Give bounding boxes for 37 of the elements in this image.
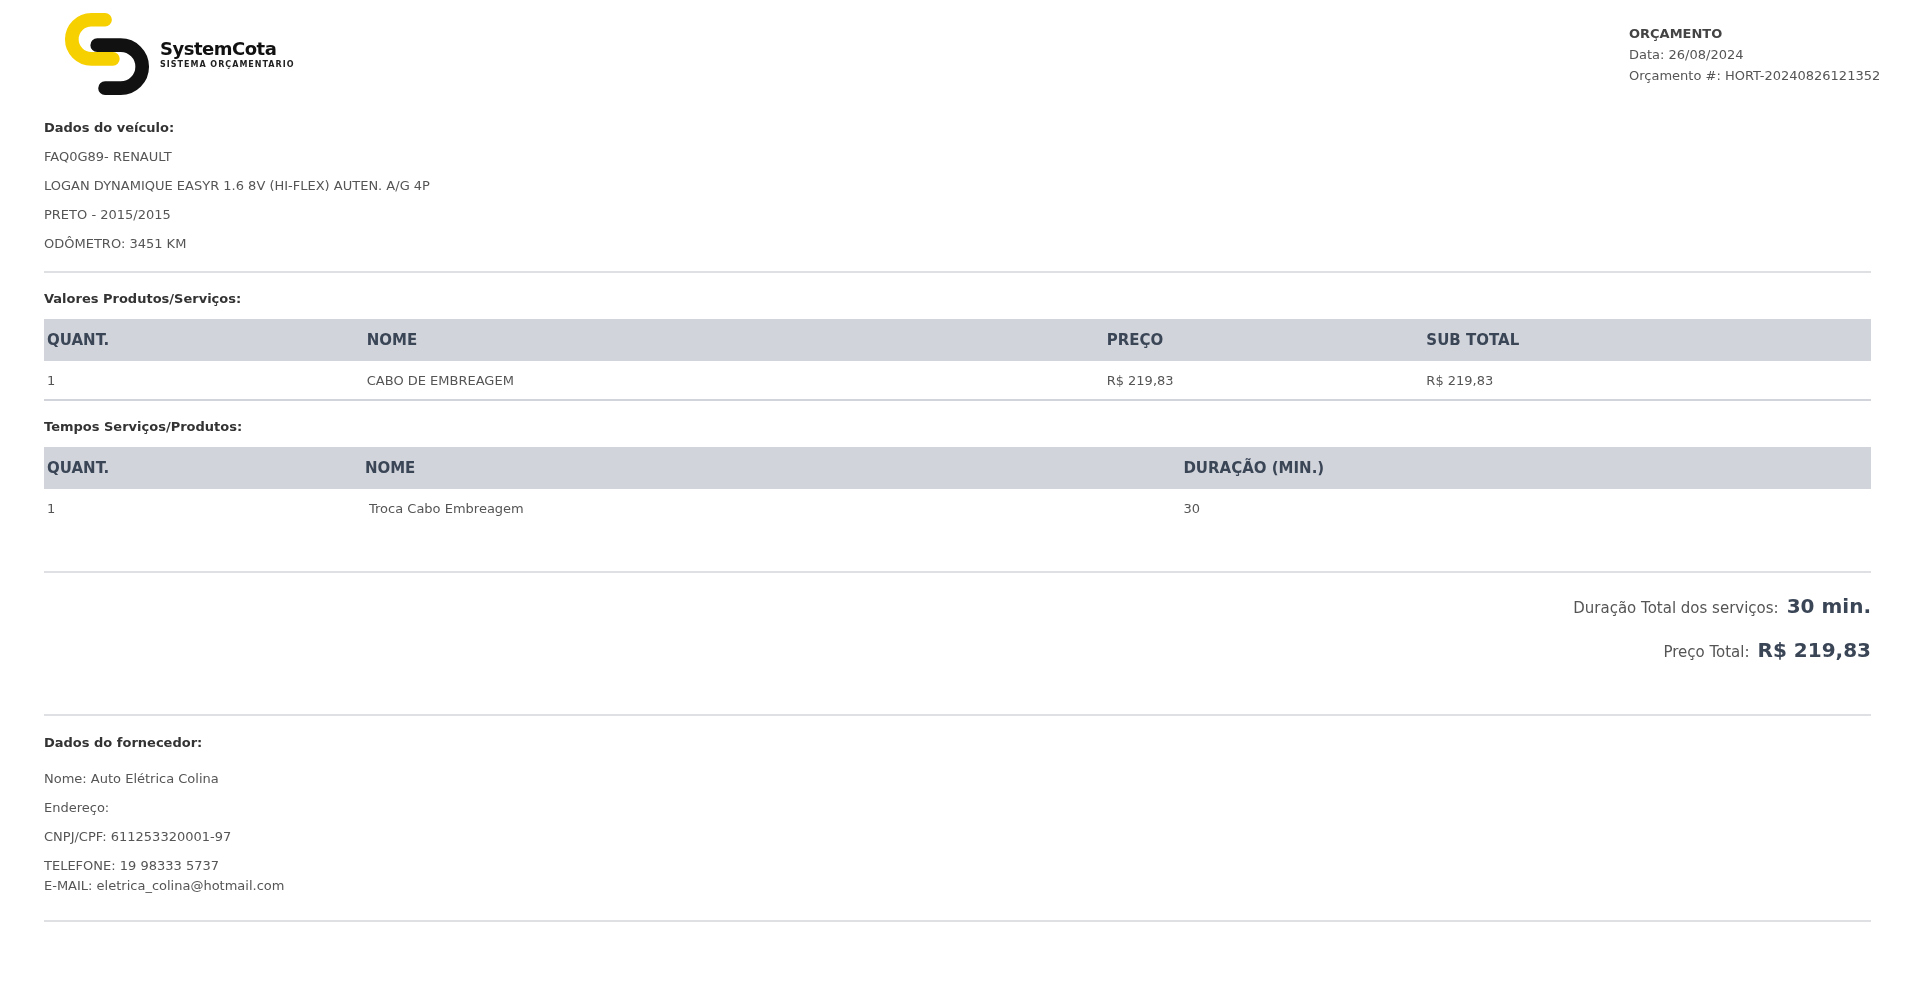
total-label: Preço Total: xyxy=(1663,643,1750,661)
table-cell: 1 xyxy=(44,361,364,400)
column-header: NOME xyxy=(363,319,1104,361)
table-cell: Troca Cabo Embreagem xyxy=(361,489,1181,527)
supplier-info: CNPJ/CPF: 611253320001-97 xyxy=(44,828,233,846)
column-header: PREÇO xyxy=(1103,319,1424,361)
brand-tagline: SISTEMA ORÇAMENTARIO xyxy=(160,59,295,69)
section-title: Tempos Serviços/Produtos: xyxy=(44,418,244,436)
column-header: QUANT. xyxy=(44,447,362,489)
vehicle-info: ODÔMETRO: 3451 KM xyxy=(44,235,188,253)
table-cell: 30 xyxy=(1180,489,1871,527)
supplier-info: Endereço: xyxy=(44,799,111,817)
total-value: R$ 219,83 xyxy=(1757,638,1871,662)
column-header: DURAÇÃO (MIN.) xyxy=(1180,447,1871,489)
vehicle-info: FAQ0G89- RENAULT xyxy=(44,148,173,166)
quote-title: ORÇAMENTO xyxy=(1629,25,1724,43)
total-label: Duração Total dos serviços: xyxy=(1573,599,1779,617)
column-header: SUB TOTAL xyxy=(1423,319,1871,361)
logo-icon xyxy=(64,10,150,96)
quote-date: Data: 26/08/2024 xyxy=(1629,46,1745,64)
vehicle-info: LOGAN DYNAMIQUE EASYR 1.6 8V (HI-FLEX) AUTEN. A/G 4P xyxy=(44,177,431,195)
supplier-email: E-MAIL: eletrica_colina@hotmail.com xyxy=(44,877,286,895)
section-title: Dados do fornecedor: xyxy=(44,734,204,752)
table-cell: R$ 219,83 xyxy=(1423,361,1871,400)
vehicle-info: PRETO - 2015/2015 xyxy=(44,206,172,224)
brand-name: SystemCota xyxy=(160,37,278,59)
column-header: NOME xyxy=(361,447,1181,489)
table-cell: 1 xyxy=(44,489,362,527)
table-cell: R$ 219,83 xyxy=(1103,361,1424,400)
quote-number: Orçamento #: HORT-20240826121352 xyxy=(1629,67,1882,85)
supplier-info: TELEFONE: 19 98333 5737 xyxy=(44,857,221,875)
total-value: 30 min. xyxy=(1786,594,1871,618)
section-title: Valores Produtos/Serviços: xyxy=(44,290,243,308)
column-header: QUANT. xyxy=(44,319,364,361)
table-cell: CABO DE EMBREAGEM xyxy=(363,361,1104,400)
supplier-info: Nome: Auto Elétrica Colina xyxy=(44,770,220,788)
section-title: Dados do veículo: xyxy=(44,119,176,137)
